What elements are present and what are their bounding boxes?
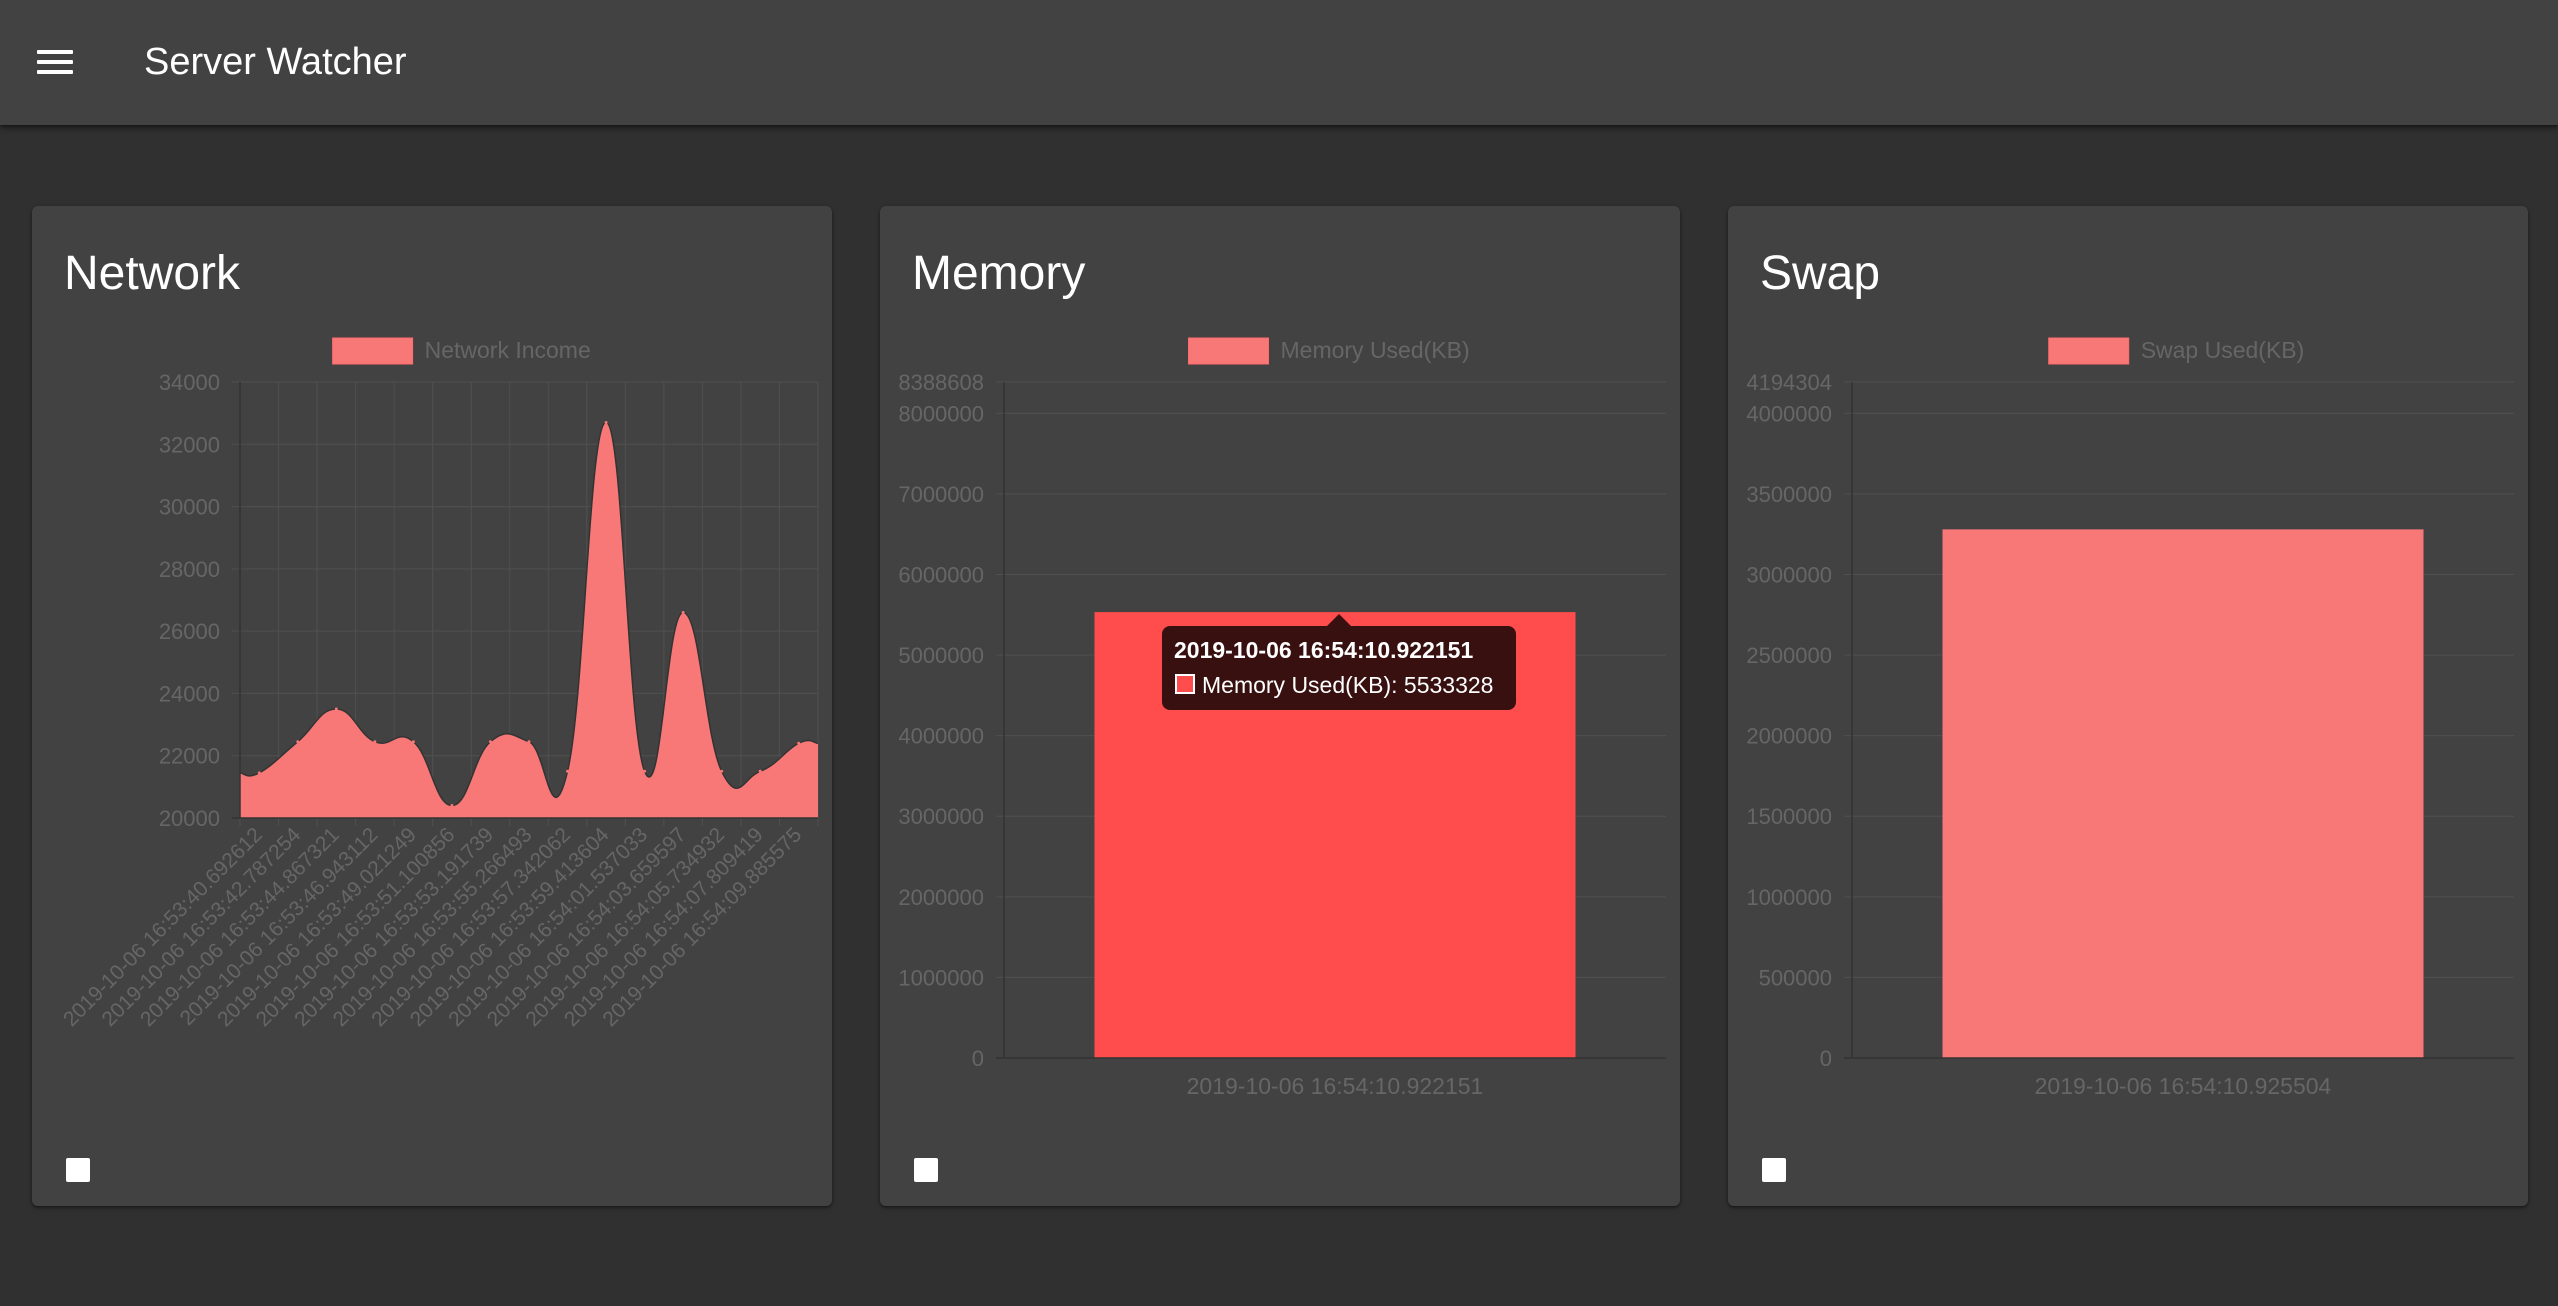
y-tick-label: 20000 bbox=[159, 806, 220, 831]
data-point bbox=[373, 740, 377, 744]
y-tick-label: 0 bbox=[1820, 1046, 1832, 1071]
network-chart[interactable]: Network Income 34000 32000 30000 28000 26000 2… bbox=[32, 206, 832, 1206]
tooltip-swatch bbox=[1175, 674, 1195, 694]
y-tick-label: 1500000 bbox=[1746, 804, 1832, 829]
menu-icon[interactable] bbox=[22, 33, 80, 91]
y-tick-label: 4000000 bbox=[1746, 401, 1832, 426]
y-tick-label: 32000 bbox=[159, 432, 220, 457]
swap-chart[interactable]: Swap Used(KB) 4194304 4000000 3500000 300000… bbox=[1728, 206, 2528, 1206]
y-tick-label: 4000000 bbox=[898, 724, 984, 749]
y-tick-label: 2500000 bbox=[1746, 643, 1832, 668]
legend-label: Swap Used(KB) bbox=[2141, 337, 2305, 363]
y-tick-label: 8388608 bbox=[898, 370, 984, 395]
data-point bbox=[527, 740, 531, 744]
y-tick-label: 28000 bbox=[159, 557, 220, 582]
data-point bbox=[720, 769, 724, 773]
series-area bbox=[240, 422, 818, 818]
y-tick-label: 5000000 bbox=[898, 643, 984, 668]
x-tick-label: 2019-10-06 16:54:10.925504 bbox=[2035, 1073, 2332, 1099]
data-point bbox=[450, 804, 454, 808]
y-tick-label: 7000000 bbox=[898, 482, 984, 507]
chart-tooltip: 2019-10-06 16:54:10.922151 Memory Used(K… bbox=[1162, 614, 1516, 710]
app-bar: Server Watcher bbox=[0, 0, 2558, 125]
y-tick-label: 8000000 bbox=[898, 401, 984, 426]
data-point bbox=[488, 740, 492, 744]
y-tick-label: 26000 bbox=[159, 619, 220, 644]
legend-label: Memory Used(KB) bbox=[1281, 337, 1470, 363]
tooltip-caret bbox=[1327, 614, 1351, 626]
y-tick-label: 34000 bbox=[159, 370, 220, 395]
data-point bbox=[257, 771, 261, 775]
y-tick-label: 0 bbox=[972, 1046, 984, 1071]
legend-swatch bbox=[1188, 337, 1269, 365]
y-tick-label: 1000000 bbox=[898, 965, 984, 990]
app-title: Server Watcher bbox=[144, 41, 407, 83]
y-tick-label: 22000 bbox=[159, 744, 220, 769]
y-tick-label: 6000000 bbox=[898, 562, 984, 587]
tooltip-title: 2019-10-06 16:54:10.922151 bbox=[1174, 637, 1474, 663]
data-point bbox=[643, 769, 647, 773]
y-tick-label: 3000000 bbox=[898, 804, 984, 829]
data-point bbox=[681, 610, 685, 614]
y-tick-label: 3000000 bbox=[1746, 562, 1832, 587]
y-tick-label: 2000000 bbox=[898, 885, 984, 910]
y-tick-label: 1000000 bbox=[1746, 885, 1832, 910]
network-card: Network Network Income 34000 32000 30000 280… bbox=[32, 206, 832, 1206]
legend-swatch bbox=[332, 337, 414, 365]
data-point bbox=[411, 740, 415, 744]
y-tick-label: 24000 bbox=[159, 681, 220, 706]
bar bbox=[1942, 529, 2424, 1058]
y-tick-label: 30000 bbox=[159, 495, 220, 520]
data-point bbox=[334, 707, 338, 711]
data-point bbox=[797, 741, 801, 745]
y-tick-label: 4194304 bbox=[1746, 370, 1832, 395]
tooltip-body: Memory Used(KB): 5533328 bbox=[1202, 672, 1494, 698]
data-point bbox=[758, 769, 762, 773]
data-point bbox=[566, 769, 570, 773]
card-checkbox[interactable] bbox=[66, 1158, 90, 1182]
legend-swatch bbox=[2048, 337, 2130, 365]
card-checkbox[interactable] bbox=[914, 1158, 938, 1182]
data-point bbox=[296, 740, 300, 744]
legend-label: Network Income bbox=[425, 337, 591, 363]
x-tick-label: 2019-10-06 16:54:10.922151 bbox=[1187, 1073, 1484, 1099]
y-tick-label: 500000 bbox=[1759, 965, 1832, 990]
y-tick-label: 3500000 bbox=[1746, 482, 1832, 507]
data-point bbox=[604, 420, 608, 424]
swap-card: Swap Swap Used(KB) 4194304 4000000 3500000 3… bbox=[1728, 206, 2528, 1206]
y-tick-label: 2000000 bbox=[1746, 724, 1832, 749]
card-checkbox[interactable] bbox=[1762, 1158, 1786, 1182]
